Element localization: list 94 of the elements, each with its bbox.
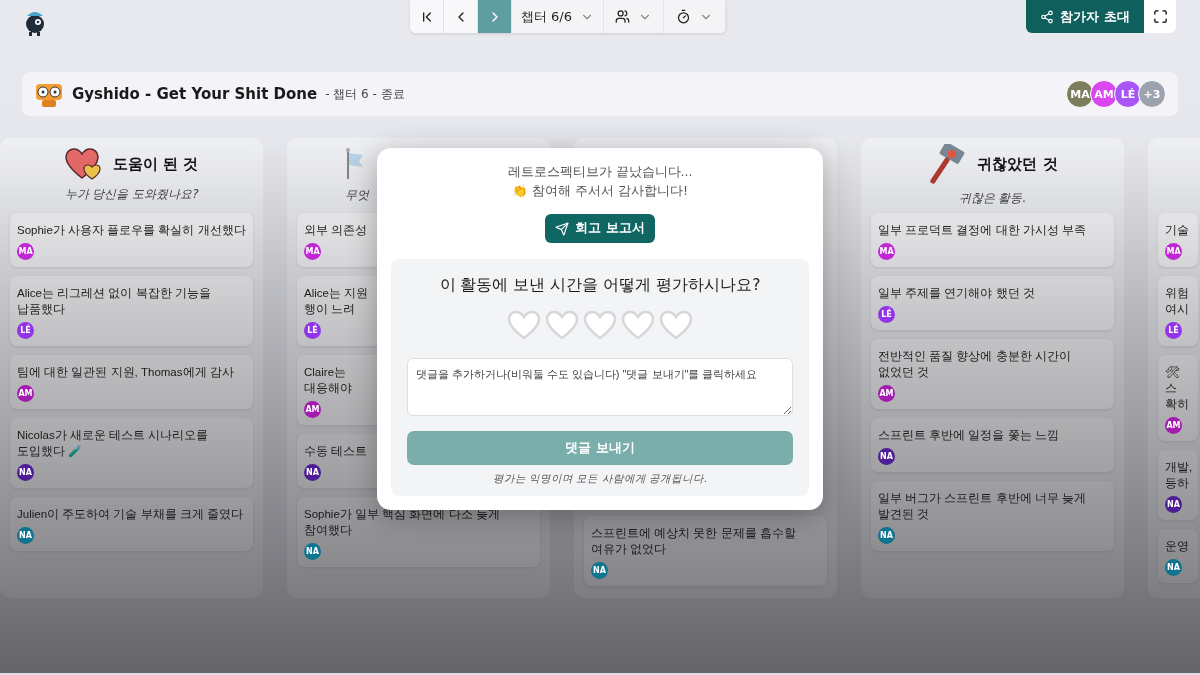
card-text: 외부 의존성	[304, 223, 368, 238]
column-title: 귀찮았던 것	[977, 154, 1058, 174]
heart-rating-icon[interactable]	[545, 310, 579, 340]
heart-rating-icon[interactable]	[507, 310, 541, 340]
timer-icon	[676, 9, 691, 24]
heart-rating-icon[interactable]	[659, 310, 693, 340]
author-avatar: NA	[17, 527, 34, 544]
retro-card[interactable]: 일부 버그가 스프린트 후반에 너무 늦게 발견된 것 NA	[871, 481, 1114, 551]
author-avatar: AM	[304, 401, 321, 418]
card-text: Alice는 리그레션 없이 복잡한 기능을 납품했다	[17, 286, 212, 317]
anonymity-note: 평가는 익명이며 모든 사람에게 공개됩니다.	[492, 472, 708, 486]
card-text: 팀에 대한 일관된 지원, Thomas에게 감사	[17, 365, 234, 380]
author-avatar: LÉ	[878, 306, 895, 323]
card-text: 수동 테스트	[304, 444, 368, 459]
thanks-message: 👏 참여해 주서서 감사합니다!	[512, 182, 688, 200]
participant-avatar: LÉ	[1114, 80, 1142, 108]
retro-card[interactable]: 팀에 대한 일관된 지원, Thomas에게 감사 AM	[10, 355, 253, 409]
fullscreen-icon	[1152, 9, 1168, 24]
card-text: Claire는 대응해야	[304, 365, 352, 396]
participant-avatar: AM	[1090, 80, 1118, 108]
retro-card[interactable]: 스프린트 후반에 일정을 쫓는 느낌 NA	[871, 418, 1114, 472]
more-participants-badge: +3	[1138, 80, 1166, 108]
author-avatar: AM	[1165, 417, 1182, 434]
next-button[interactable]	[478, 0, 512, 33]
author-avatar: MA	[17, 243, 34, 260]
comment-field[interactable]: 댓글을 추가하거나(비워둘 수도 있습니다) "댓글 보내기"를 클릭하세요	[407, 358, 793, 416]
retro-card[interactable]: Sophie가 사용자 플로우를 확실히 개선했다 MA	[10, 213, 253, 267]
retro-card[interactable]: 개발, 등하 NA	[1158, 450, 1198, 520]
author-avatar: NA	[878, 448, 895, 465]
card-text: 일부 주제를 연기해야 했던 것	[878, 286, 1035, 301]
retro-card[interactable]: 일부 주제를 연기해야 했던 것 LÉ	[871, 276, 1114, 330]
author-avatar: NA	[304, 543, 321, 560]
retro-card[interactable]: 운영 NA	[1158, 529, 1198, 583]
retro-card[interactable]: 스프린트에 예상치 못한 문제를 흡수할 여유가 없었다 NA	[584, 516, 827, 586]
column-title: 도움이 된 것	[112, 154, 199, 174]
card-text: 전반적인 품질 향상에 충분한 시간이 없었던 것	[878, 349, 1072, 380]
report-button[interactable]: 회고 보고서	[545, 214, 655, 243]
first-page-button[interactable]	[410, 0, 444, 33]
card-text: 개발, 등하	[1165, 460, 1193, 491]
author-avatar: NA	[1165, 496, 1182, 513]
retro-card[interactable]: 전반적인 품질 향상에 충분한 시간이 없었던 것 AM	[871, 339, 1114, 409]
retro-card[interactable]: 기술 MA	[1158, 213, 1198, 267]
retro-card[interactable]: 일부 프로덕트 결정에 대한 가시성 부족 MA	[871, 213, 1114, 267]
send-icon	[555, 221, 570, 236]
column-subtitle: 누가 당신을 도와줬나요?	[64, 186, 199, 203]
author-avatar: LÉ	[17, 322, 34, 339]
author-avatar: MA	[304, 243, 321, 260]
author-avatar: AM	[17, 385, 34, 402]
users-icon	[615, 9, 630, 24]
heart-rating-icon[interactable]	[621, 310, 655, 340]
author-avatar: NA	[591, 562, 608, 579]
card-text: 위험 여시	[1165, 286, 1189, 317]
share-icon	[1040, 9, 1055, 24]
invite-button[interactable]: 참가자 초대	[1026, 0, 1144, 33]
retro-card[interactable]: 위험 여시 LÉ	[1158, 276, 1198, 346]
column-subtitle: 무엇	[345, 187, 369, 204]
participants-dropdown[interactable]	[604, 0, 664, 33]
board-subtitle: - 챕터 6 - 종료	[325, 85, 405, 103]
retro-card[interactable]: 🛠 스 확히 AM	[1158, 355, 1198, 441]
card-text: Alice는 지원 행이 느려	[304, 286, 369, 317]
retro-card[interactable]: Alice는 리그레션 없이 복잡한 기능을 납품했다 LÉ	[10, 276, 253, 346]
heart-rating-icon[interactable]	[583, 310, 617, 340]
card-text: 일부 프로덕트 결정에 대한 가시성 부족	[878, 223, 1086, 238]
hearts-icon	[64, 148, 103, 180]
card-text: 기술	[1165, 223, 1189, 238]
retro-card[interactable]: Nicolas가 새로운 테스트 시나리오를 도입했다 🧪 NA	[10, 418, 253, 488]
card-text: 🛠 스 확히	[1165, 365, 1190, 412]
author-avatar: MA	[878, 243, 895, 260]
card-text: 스프린트 후반에 일정을 쫓는 느낌	[878, 428, 1059, 443]
chapter-dropdown[interactable]: 챕터 6/6	[512, 0, 604, 33]
card-text: 스프린트에 예상치 못한 문제를 흡수할 여유가 없었다	[591, 526, 797, 557]
column-subtitle: 귀찮은 활동.	[958, 190, 1027, 207]
retro-card[interactable]: Julien이 주도하여 기술 부채를 크게 줄였다 NA	[10, 497, 253, 551]
card-text: Nicolas가 새로운 테스트 시나리오를 도입했다 🧪	[17, 428, 210, 459]
author-avatar: LÉ	[304, 322, 321, 339]
author-avatar: NA	[17, 464, 34, 481]
author-avatar: MA	[1165, 243, 1182, 260]
author-avatar: NA	[304, 464, 321, 481]
card-text: Sophie가 일부 핵심 화면에 다소 늦게 참여했다	[304, 507, 501, 538]
card-text: Sophie가 사용자 플로우를 확실히 개선했다	[17, 223, 246, 238]
flag-icon	[345, 147, 365, 181]
timer-dropdown[interactable]	[664, 0, 726, 33]
author-avatar: NA	[1165, 559, 1182, 576]
fullscreen-button[interactable]	[1144, 0, 1176, 33]
participant-avatar: MA	[1066, 80, 1094, 108]
author-avatar: NA	[878, 527, 895, 544]
card-text: Julien이 주도하여 기술 부채를 크게 줄였다	[17, 507, 244, 522]
card-text: 운영	[1165, 539, 1189, 554]
author-avatar: AM	[878, 385, 895, 402]
card-text: 일부 버그가 스프린트 후반에 너무 늦게 발견된 것	[878, 491, 1087, 522]
author-avatar: LÉ	[1165, 322, 1182, 339]
board-title: Gyshido - Get Your Shit Done	[72, 85, 318, 103]
end-message: 레트로스펙티브가 끝났습니다...	[507, 163, 693, 181]
rating-question: 이 활동에 보낸 시간을 어떻게 평가하시나요?	[439, 275, 761, 296]
